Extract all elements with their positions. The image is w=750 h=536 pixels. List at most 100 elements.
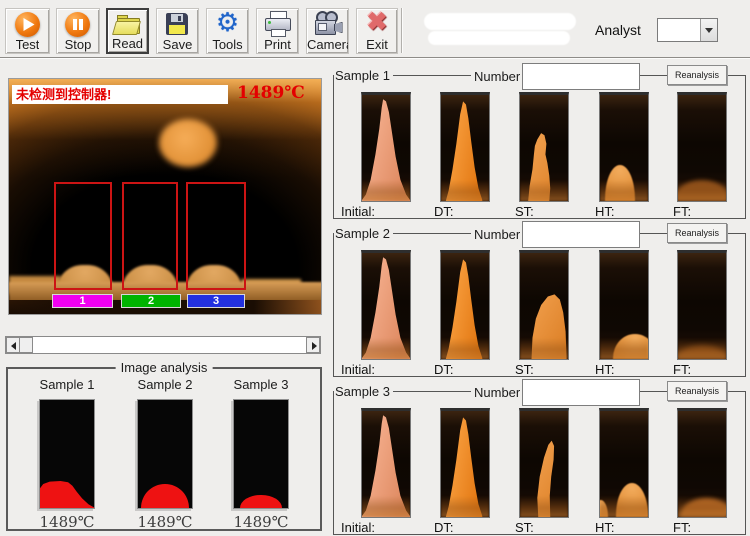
cone-shape [677,180,727,201]
cone-shape [613,334,649,359]
toolbar-divider [0,57,750,59]
segmented-cone-shape [240,495,281,508]
cone-shape [520,95,568,201]
cone-shape [520,253,568,359]
stop-button[interactable]: Stop [56,8,100,54]
stage-label-ft: FT: [673,362,691,377]
ia-sample1-temperature: 1489℃ [35,513,99,531]
sample2-initial-thumb [361,250,411,360]
ia-sample3-temperature: 1489℃ [229,513,293,531]
sample3-number-label: Number [471,385,523,400]
sample2-number-label: Number [471,227,523,242]
ia-sample2-temperature: 1489℃ [133,513,197,531]
ia-sample2-label: Sample 2 [125,377,205,392]
redacted-area [424,13,576,30]
furnace-glow [159,119,217,167]
camera-button[interactable]: Camera [306,8,349,54]
analyst-label: Analyst [595,22,641,38]
cone-shape [362,411,410,517]
stage-label-st: ST: [515,520,534,535]
sample2-number-input[interactable] [522,221,640,248]
sample2-st-thumb [519,250,569,360]
stage-label-st: ST: [515,362,534,377]
stage-label-ft: FT: [673,204,691,219]
sample1-number-input[interactable] [522,63,640,90]
ia-sample1-label: Sample 1 [27,377,107,392]
stage-label-initial: Initial: [341,204,375,219]
analyst-dropdown[interactable] [657,18,718,42]
sample-marker-1: 1 [52,294,113,308]
scrollbar-thumb[interactable] [19,337,33,353]
sample1-initial-thumb [361,92,411,202]
ia-sample2-thumbnail [137,399,193,509]
folder-icon [114,12,142,39]
tools-button[interactable]: ⚙ Tools [206,8,249,54]
read-button[interactable]: Read [106,8,149,54]
sample2-reanalysis-button[interactable]: Reanalysis [667,223,727,243]
ia-sample3-label: Sample 3 [221,377,301,392]
sample1-reanalysis-button[interactable]: Reanalysis [667,65,727,85]
stage-label-ft: FT: [673,520,691,535]
close-x-icon: ✖ [363,11,391,38]
sample2-group: Sample 2 Number Reanalysis Initial: DT: … [333,233,746,377]
image-analysis-title: Image analysis [116,360,213,375]
sample3-dt-thumb [440,408,490,518]
cone-shape [677,346,727,359]
cone-shape [441,411,489,517]
scroll-left-icon[interactable] [6,337,20,353]
cone-shape [520,411,568,517]
test-button[interactable]: Test [5,8,50,54]
furnace-camera-view[interactable]: 1 2 3 未检测到控制器! 1489℃ [8,78,322,315]
sample2-dt-thumb [440,250,490,360]
roi-rectangle-2[interactable] [122,182,178,290]
sample1-title: Sample 1 [334,68,393,83]
camera-button-label: Camera [307,37,348,53]
app-window: Test Stop Read Save ⚙ Tools Print Camera… [0,0,750,536]
cone-shape [441,95,489,201]
sample1-ht-thumb [599,92,649,202]
sample1-st-thumb [519,92,569,202]
sample2-title: Sample 2 [334,226,393,241]
sample3-ft-thumb [677,408,727,518]
cone-shape [680,498,727,517]
tools-button-label: Tools [212,37,242,53]
stop-button-label: Stop [65,37,92,53]
print-button[interactable]: Print [256,8,299,54]
chevron-down-icon[interactable] [700,19,717,41]
stage-label-ht: HT: [595,362,615,377]
scroll-right-icon[interactable] [306,337,320,353]
sample-marker-2: 2 [121,294,181,308]
sample3-group: Sample 3 Number Reanalysis Initial: DT: … [333,391,746,535]
redacted-area [428,31,570,45]
stage-label-dt: DT: [434,520,454,535]
horizontal-scrollbar[interactable] [5,336,321,354]
stage-label-ht: HT: [595,520,615,535]
stage-label-dt: DT: [434,204,454,219]
pause-icon [64,11,92,38]
sample3-number-input[interactable] [522,379,640,406]
exit-button[interactable]: ✖ Exit [356,8,398,54]
save-button[interactable]: Save [156,8,199,54]
image-analysis-group: Image analysis Sample 1 Sample 2 Sample … [6,367,322,531]
sample-marker-3: 3 [187,294,245,308]
sample2-ft-thumb [677,250,727,360]
stage-label-dt: DT: [434,362,454,377]
segmented-cone-shape [141,484,189,508]
segmented-cone-shape [40,478,94,508]
sample2-ht-thumb [599,250,649,360]
ia-sample3-thumbnail [233,399,289,509]
sample3-reanalysis-button[interactable]: Reanalysis [667,381,727,401]
sample3-st-thumb [519,408,569,518]
roi-rectangle-3[interactable] [186,182,246,290]
printer-icon [264,11,292,38]
stage-label-initial: Initial: [341,520,375,535]
sample1-number-label: Number [471,69,523,84]
gear-icon: ⚙ [214,11,242,38]
furnace-temperature: 1489℃ [237,83,305,103]
stage-label-st: ST: [515,204,534,219]
sample3-ht-thumb [599,408,649,518]
exit-button-label: Exit [366,37,388,53]
roi-rectangle-1[interactable] [54,182,112,290]
save-button-label: Save [163,37,193,53]
controller-alert-message: 未检测到控制器! [12,85,228,104]
